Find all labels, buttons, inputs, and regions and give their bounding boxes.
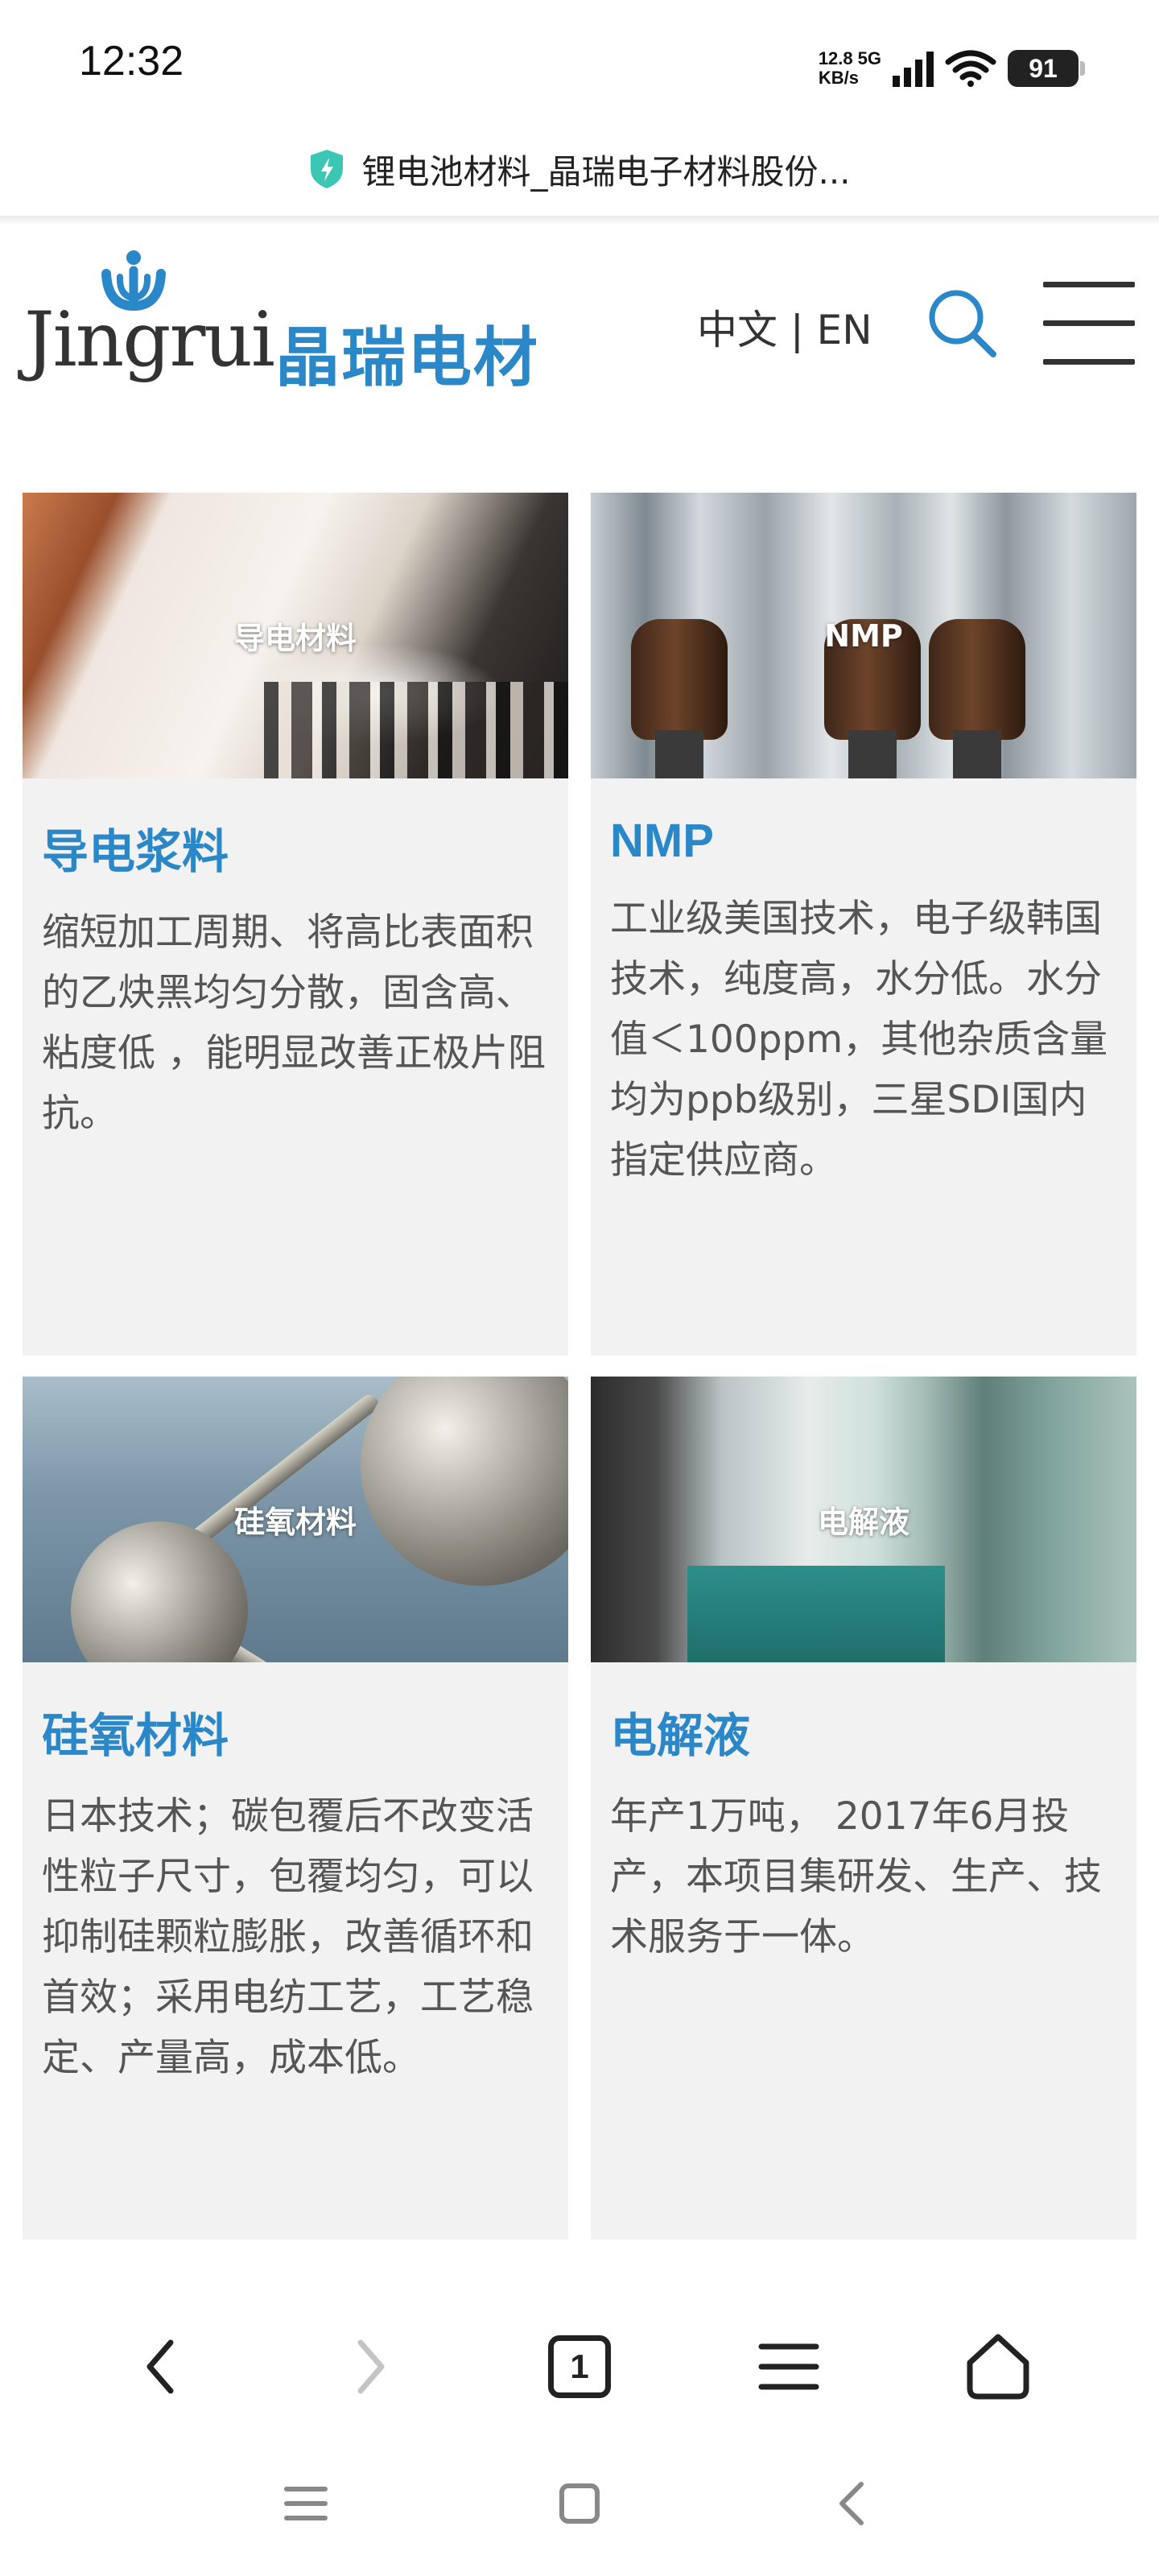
- product-description: 日本技术；碳包覆后不改变活性粒子尺寸，包覆均匀，可以抑制硅颗粒膨胀，改善循环和首…: [42, 1794, 534, 2080]
- tabs-icon: 1: [548, 2335, 611, 2398]
- product-image: 电解液: [591, 1377, 1136, 1662]
- system-home-button[interactable]: [531, 2455, 628, 2552]
- product-title[interactable]: 电解液: [610, 1698, 1136, 1765]
- product-image-label: NMP: [824, 617, 903, 654]
- browser-toolbar: 1: [0, 2294, 1159, 2439]
- recent-apps-icon: [284, 2487, 328, 2520]
- browser-menu-icon: [758, 2343, 819, 2390]
- product-title[interactable]: 硅氧材料: [42, 1698, 568, 1765]
- product-image: NMP: [591, 493, 1136, 778]
- status-time: 12:32: [79, 38, 184, 85]
- product-image: 硅氧材料: [23, 1377, 568, 1662]
- back-button[interactable]: [113, 2318, 209, 2415]
- home-icon: [967, 2334, 1029, 2400]
- product-title[interactable]: 导电浆料: [42, 814, 568, 881]
- site-logo[interactable]: Jingrui 晶瑞电材: [24, 250, 547, 395]
- search-icon: [929, 290, 996, 357]
- search-button[interactable]: [924, 285, 1001, 362]
- back-arrow-icon: [146, 2339, 174, 2394]
- product-description: 工业级美国技术，电子级韩国技术，纯度高，水分低。水分值＜100ppm，其他杂质含…: [610, 897, 1108, 1183]
- network-speed: 12.8 5G KB/s: [819, 49, 881, 88]
- product-image-label: 硅氧材料: [233, 1505, 357, 1540]
- browser-menu-button[interactable]: [740, 2318, 837, 2415]
- recent-apps-button[interactable]: [258, 2455, 354, 2552]
- network-type: 5G: [857, 48, 881, 68]
- net-speed-value: 12.8: [818, 48, 853, 68]
- language-switch[interactable]: 中文 | EN: [697, 298, 872, 356]
- page-title: 锂电池材料_晶瑞电子材料股份...: [361, 151, 851, 192]
- product-image-label: 导电材料: [233, 621, 357, 656]
- home-button[interactable]: [950, 2318, 1046, 2415]
- product-image-label: 电解液: [817, 1505, 909, 1540]
- forward-arrow-icon: [357, 2339, 385, 2394]
- product-description: 年产1万吨， 2017年6月投产，本项目集研发、生产、技术服务于一体。: [610, 1794, 1102, 1959]
- net-speed-unit: KB/s: [818, 68, 859, 88]
- wifi-icon: [945, 49, 996, 88]
- logo-text-cn: 晶瑞电材: [275, 320, 539, 395]
- status-bar: 12:32 12.8 5G KB/s 91: [0, 0, 1159, 121]
- product-card-conductive-paste[interactable]: 导电材料 导电浆料 缩短加工周期、将高比表面积的乙炔黑均匀分散，固含高、粘度低 …: [23, 493, 568, 1356]
- system-home-icon: [559, 2483, 600, 2524]
- product-card-silicon-oxide[interactable]: 硅氧材料 硅氧材料 日本技术；碳包覆后不改变活性粒子尺寸，包覆均匀，可以抑制硅颗…: [23, 1377, 568, 2240]
- site-header: Jingrui 晶瑞电材 中文 | EN: [0, 233, 1159, 395]
- product-title[interactable]: NMP: [610, 814, 1136, 868]
- product-description: 缩短加工周期、将高比表面积的乙炔黑均匀分散，固含高、粘度低 ，能明显改善正极片阻…: [42, 910, 546, 1136]
- logo-text-en: Jingrui: [24, 296, 275, 384]
- shield-icon: [311, 150, 344, 188]
- signal-icon: [893, 50, 934, 87]
- system-back-button[interactable]: [805, 2455, 901, 2552]
- product-card-nmp[interactable]: NMP NMP 工业级美国技术，电子级韩国技术，纯度高，水分低。水分值＜100p…: [591, 493, 1136, 1356]
- system-navigation-bar: [0, 2455, 1159, 2552]
- tabs-button[interactable]: 1: [531, 2318, 628, 2415]
- battery-icon: 91: [1008, 50, 1085, 87]
- forward-button[interactable]: [322, 2318, 419, 2415]
- product-card-electrolyte[interactable]: 电解液 电解液 年产1万吨， 2017年6月投产，本项目集研发、生产、技术服务于…: [591, 1377, 1136, 2240]
- hamburger-menu-icon[interactable]: [1043, 280, 1138, 369]
- status-indicators: 12.8 5G KB/s 91: [819, 40, 1085, 97]
- product-image: 导电材料: [23, 493, 568, 778]
- system-back-icon: [839, 2482, 864, 2525]
- header-divider: [0, 216, 1159, 225]
- address-bar[interactable]: 锂电池材料_晶瑞电子材料股份...: [0, 129, 1159, 209]
